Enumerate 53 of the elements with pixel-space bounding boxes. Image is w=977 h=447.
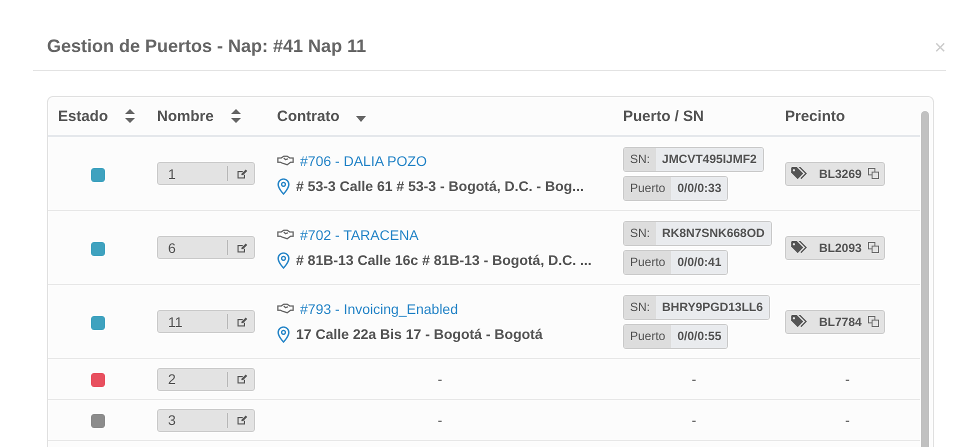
scrollbar[interactable] (921, 97, 931, 447)
empty-value: - (692, 371, 696, 387)
empty-value: - (438, 412, 442, 428)
serial-number-tag: SN: BHRY9PGD13LL6 (623, 294, 770, 320)
copy-icon[interactable] (868, 316, 879, 327)
port-tag: Puerto 0/0/0:41 (623, 250, 728, 274)
edit-icon[interactable] (236, 316, 248, 328)
empty-value: - (692, 412, 696, 428)
port-tag: Puerto 0/0/0:33 (623, 176, 728, 200)
copy-icon[interactable] (868, 168, 879, 179)
column-header[interactable]: Contrato (277, 108, 340, 124)
sort-icon[interactable] (230, 109, 241, 123)
handshake-icon (277, 155, 294, 166)
address-text: 17 Calle 22a Bis 17 - Bogotá - Bogotá (296, 326, 543, 342)
location-pin-icon (277, 252, 290, 268)
address-text: # 53-3 Calle 61 # 53-3 - Bogotá, D.C. - Bog... (296, 178, 584, 194)
contract-link[interactable]: #702 - TARACENA (300, 226, 419, 242)
location-pin-icon (277, 178, 290, 194)
port-name-field[interactable]: 11 (157, 310, 255, 333)
column-header[interactable]: Nombre (157, 108, 214, 124)
empty-value: - (845, 412, 850, 428)
port-name-field[interactable]: 2 (157, 368, 255, 390)
tags-icon (791, 315, 808, 328)
edit-icon[interactable] (236, 414, 248, 426)
tags-icon (791, 241, 808, 254)
serial-number-tag: SN: RK8N7SNK668OD (623, 220, 772, 246)
contract-link[interactable]: #706 - DALIA POZO (300, 152, 427, 168)
port-tag: Puerto 0/0/0:55 (623, 324, 728, 348)
sort-icon[interactable] (125, 109, 136, 123)
column-header[interactable]: Estado (58, 108, 108, 124)
handshake-icon (277, 229, 294, 240)
sort-desc-icon[interactable] (356, 116, 366, 122)
seal-tag: BL3269 (785, 162, 885, 186)
seal-tag: BL7784 (785, 310, 885, 334)
column-header[interactable]: Puerto / SN (623, 108, 704, 124)
edit-icon[interactable] (236, 242, 248, 254)
port-name-field[interactable]: 6 (157, 236, 255, 259)
port-name-field[interactable]: 3 (157, 408, 255, 432)
tags-icon (791, 167, 808, 180)
serial-number-tag: SN: JMCVT495IJMF2 (623, 146, 764, 172)
empty-value: - (845, 371, 850, 387)
location-pin-icon (277, 326, 290, 342)
seal-tag: BL2093 (785, 236, 885, 260)
copy-icon[interactable] (868, 242, 879, 253)
column-header[interactable]: Precinto (785, 108, 846, 124)
modal-title: Gestion de Puertos - Nap: #41 Nap 11 (47, 36, 366, 56)
empty-value: - (438, 371, 442, 387)
contract-link[interactable]: #793 - Invoicing_Enabled (300, 300, 458, 316)
address-text: # 81B-13 Calle 16c # 81B-13 - Bogotá, D.C. ... (296, 252, 592, 268)
handshake-icon (277, 303, 294, 314)
port-name-field[interactable]: 1 (157, 162, 255, 185)
edit-icon[interactable] (236, 373, 248, 385)
edit-icon[interactable] (236, 168, 248, 180)
